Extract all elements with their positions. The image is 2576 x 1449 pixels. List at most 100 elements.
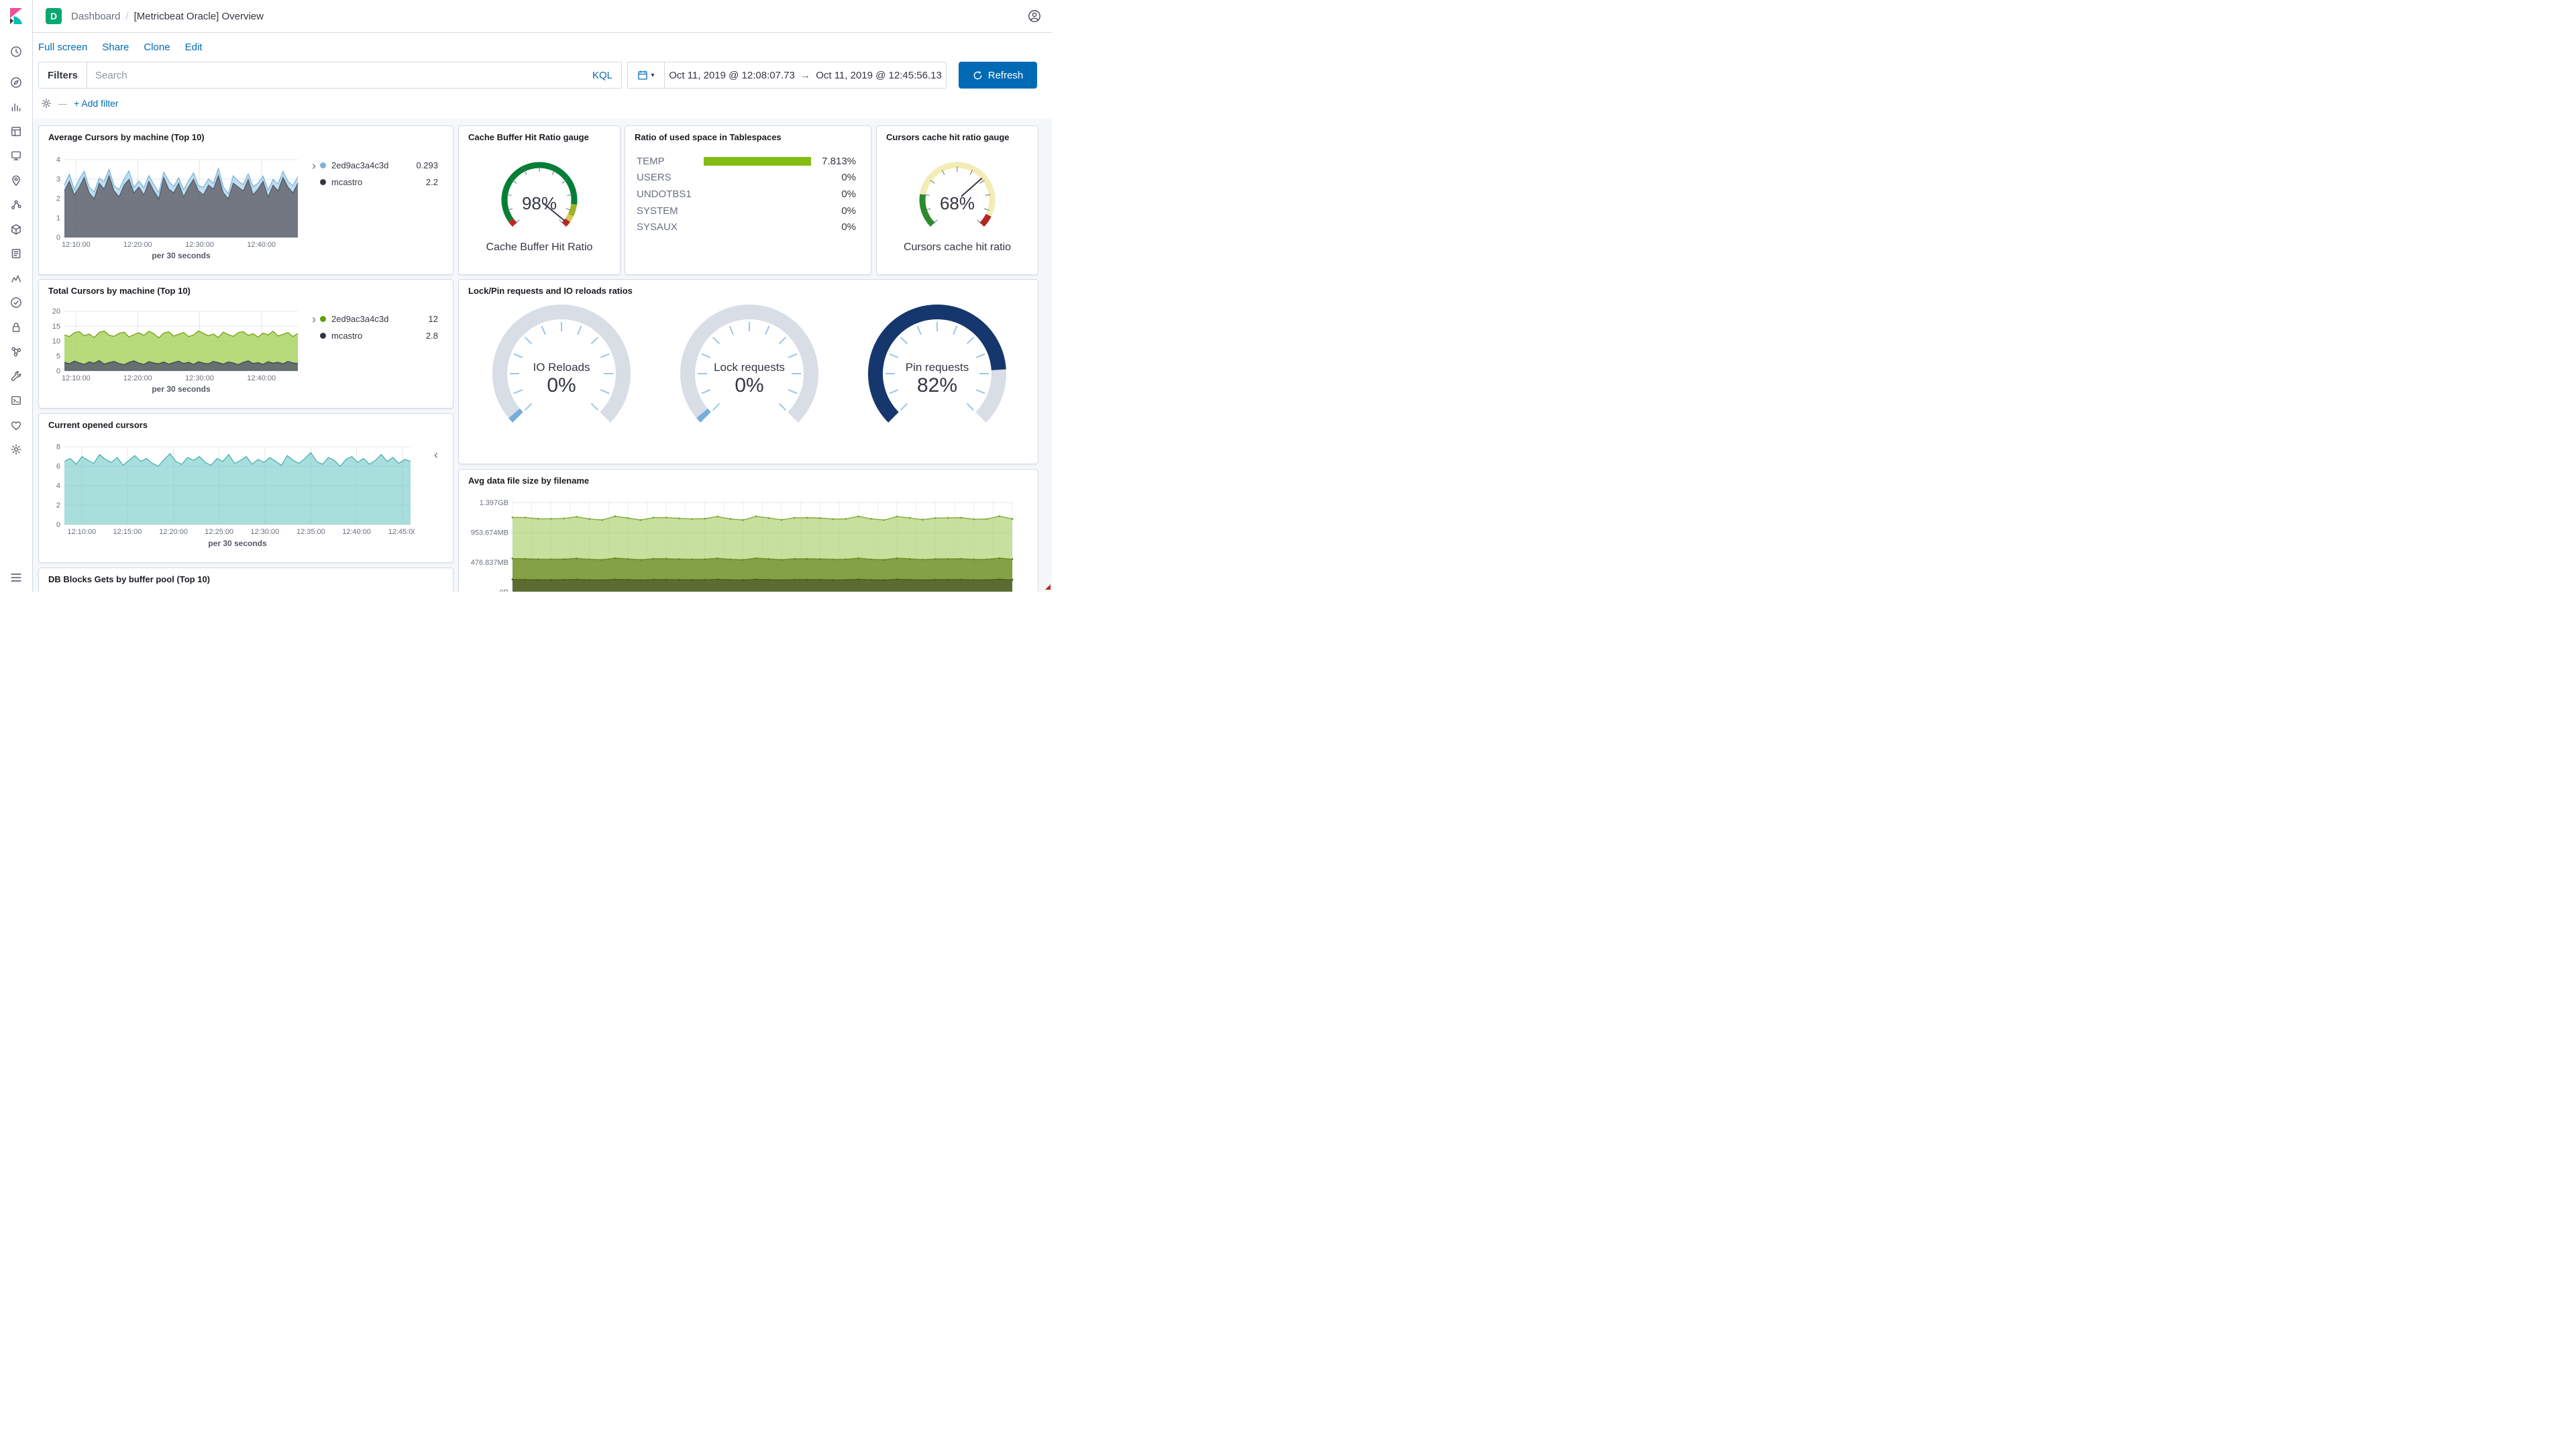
area-chart-current-cursors: 0 2 4 6 8 12:10:00 12:15:00 12:20:00 12:25:00 12:…: [39, 443, 415, 537]
svg-text:12:40:00: 12:40:00: [342, 528, 371, 536]
canvas-icon: [11, 151, 21, 160]
metrics-icon: [11, 223, 21, 235]
area-chart-datafile-size: 1.397GB 953.674MB 476.837MB 0B: [460, 496, 1020, 592]
add-filter-link[interactable]: + Add filter: [74, 98, 119, 109]
gear-icon[interactable]: [41, 98, 52, 109]
svg-text:4: 4: [56, 482, 60, 490]
date-to[interactable]: Oct 11, 2019 @ 12:45:56.13: [812, 70, 946, 81]
sidebar-item-visualize[interactable]: [5, 96, 27, 117]
sidebar-item-siem[interactable]: [5, 317, 27, 338]
edit-link[interactable]: Edit: [185, 42, 203, 53]
area-chart-total-cursors: 0 5 10 15 20 12:10:00 12:20:00 12:30:00 12:40:00: [39, 307, 307, 383]
gauge-value: 82%: [916, 374, 958, 396]
calendar-button[interactable]: ▾: [628, 62, 665, 88]
space-badge[interactable]: D: [46, 8, 62, 24]
calendar-icon: [638, 70, 648, 80]
sidebar-item-recently-viewed[interactable]: [5, 41, 27, 62]
chevron-down-icon: ▾: [651, 71, 655, 79]
sidebar-item-discover[interactable]: [5, 72, 27, 93]
sidebar-item-console[interactable]: [5, 390, 27, 411]
sidebar-item-graph[interactable]: [5, 341, 27, 362]
sidebar-item-logs[interactable]: [5, 243, 27, 264]
maps-icon: [12, 175, 20, 186]
svg-text:12:20:00: 12:20:00: [159, 528, 188, 536]
pin-requests-gauge: Pin requests 82%: [860, 303, 1014, 445]
svg-text:15: 15: [52, 323, 60, 331]
legend-series-name: 2ed9ac3a4c3d: [331, 160, 389, 170]
clock-icon: [11, 46, 21, 57]
sidebar-item-management[interactable]: [5, 439, 27, 460]
security-icon: [12, 322, 20, 332]
sidebar-item-dev-tools[interactable]: [5, 366, 27, 387]
panel-current-cursors: Current opened cursors 0 2 4 6 8 12:10:00 12:1…: [38, 413, 453, 563]
share-link[interactable]: Share: [102, 42, 129, 53]
kql-toggle[interactable]: KQL: [592, 70, 621, 81]
svg-text:10: 10: [52, 337, 60, 345]
svg-text:12:25:00: 12:25:00: [205, 528, 233, 536]
date-from[interactable]: Oct 11, 2019 @ 12:08:07.73: [665, 70, 799, 81]
svg-text:2: 2: [56, 502, 60, 510]
tablespace-row: SYSTEM 0%: [637, 203, 856, 219]
kibana-logo[interactable]: [7, 7, 25, 28]
dashboard-toolbar: Full screen Share Clone Edit: [32, 32, 1052, 62]
legend-item[interactable]: 2ed9ac3a4c3d 12: [320, 311, 438, 327]
legend-item[interactable]: mcastro 2.2: [320, 174, 438, 191]
sidebar-item-dashboard[interactable]: [5, 121, 27, 142]
page-title: [Metricbeat Oracle] Overview: [133, 10, 264, 22]
sidebar-item-metrics[interactable]: [5, 219, 27, 240]
apm-icon: [11, 274, 21, 282]
query-bar: Filters KQL ▾ Oct 11, 2019 @ 12:08:07.73…: [38, 62, 1037, 89]
scroll-indicator: [1045, 584, 1051, 590]
sidebar-item-machine-learning[interactable]: [5, 194, 27, 215]
uptime-icon: [11, 297, 21, 308]
breadcrumb-separator: /: [125, 10, 129, 22]
legend-expand-icon[interactable]: ›: [312, 160, 316, 172]
tablespace-name: USERS: [637, 172, 672, 184]
search-input[interactable]: [87, 69, 592, 81]
sidebar-item-apm[interactable]: [5, 268, 27, 289]
tablespace-list: TEMP 7.813% USERS 0% UNDOTBS1 0% SYSTEM 0% SYSAU…: [637, 153, 856, 235]
axis-label: per 30 seconds: [208, 539, 267, 548]
panel-datafile-size: Avg data file size by filename 1.397GB 95…: [458, 469, 1038, 592]
main-area: Full screen Share Clone Edit Filters KQL…: [32, 32, 1052, 592]
panel-title: Current opened cursors: [48, 420, 148, 430]
legend-series-value: 2.2: [425, 177, 438, 187]
panel-total-cursors: Total Cursors by machine (Top 10) 0 5 10 15…: [38, 279, 453, 409]
gauge-label: IO Reloads: [533, 361, 590, 374]
legend-item[interactable]: 2ed9ac3a4c3d 0.293: [320, 157, 438, 174]
gauge-label: Cursors cache hit ratio: [903, 241, 1012, 253]
legend-collapse-icon[interactable]: ‹: [434, 449, 438, 461]
filters-button[interactable]: Filters: [39, 62, 88, 88]
sidebar-item-maps[interactable]: [5, 170, 27, 191]
svg-text:1: 1: [56, 215, 60, 223]
legend-item[interactable]: mcastro 2.8: [320, 327, 438, 344]
ml-icon: [11, 200, 21, 209]
date-picker: ▾ Oct 11, 2019 @ 12:08:07.73 → Oct 11, 2…: [627, 62, 947, 89]
filter-actions: — + Add filter: [32, 89, 1052, 118]
gauge-label: Lock requests: [714, 361, 785, 374]
breadcrumb-dashboard[interactable]: Dashboard: [71, 11, 120, 22]
legend-series-value: 2.8: [425, 331, 438, 341]
legend-expand-icon[interactable]: ›: [312, 313, 316, 325]
svg-text:0: 0: [56, 521, 60, 529]
nav-collapse-toggle[interactable]: [6, 570, 26, 586]
tablespace-name: TEMP: [637, 155, 665, 167]
svg-text:3: 3: [56, 176, 60, 184]
gauge-value: 0%: [547, 374, 576, 396]
kibana-app: D Dashboard / [Metricbeat Oracle] Overvi…: [0, 0, 1052, 592]
svg-text:12:30:00: 12:30:00: [250, 528, 279, 536]
panel-title: Cache Buffer Hit Ratio gauge: [468, 132, 589, 142]
management-icon: [11, 444, 21, 455]
sidebar-item-canvas[interactable]: [5, 145, 27, 166]
sidebar-item-stack-monitoring[interactable]: [5, 415, 27, 436]
panel-tablespaces: Ratio of used space in Tablespaces TEMP 7…: [625, 125, 871, 275]
refresh-button[interactable]: Refresh: [959, 62, 1037, 89]
full-screen-link[interactable]: Full screen: [38, 42, 87, 53]
gauge-value: 98%: [521, 193, 557, 213]
svg-text:12:10:00: 12:10:00: [62, 241, 91, 249]
sidebar-item-uptime[interactable]: [5, 292, 27, 313]
clone-link[interactable]: Clone: [144, 42, 170, 53]
arrow-right-icon: →: [800, 69, 810, 81]
panel-title: Cursors cache hit ratio gauge: [886, 132, 1010, 142]
account-icon[interactable]: [1028, 9, 1041, 23]
